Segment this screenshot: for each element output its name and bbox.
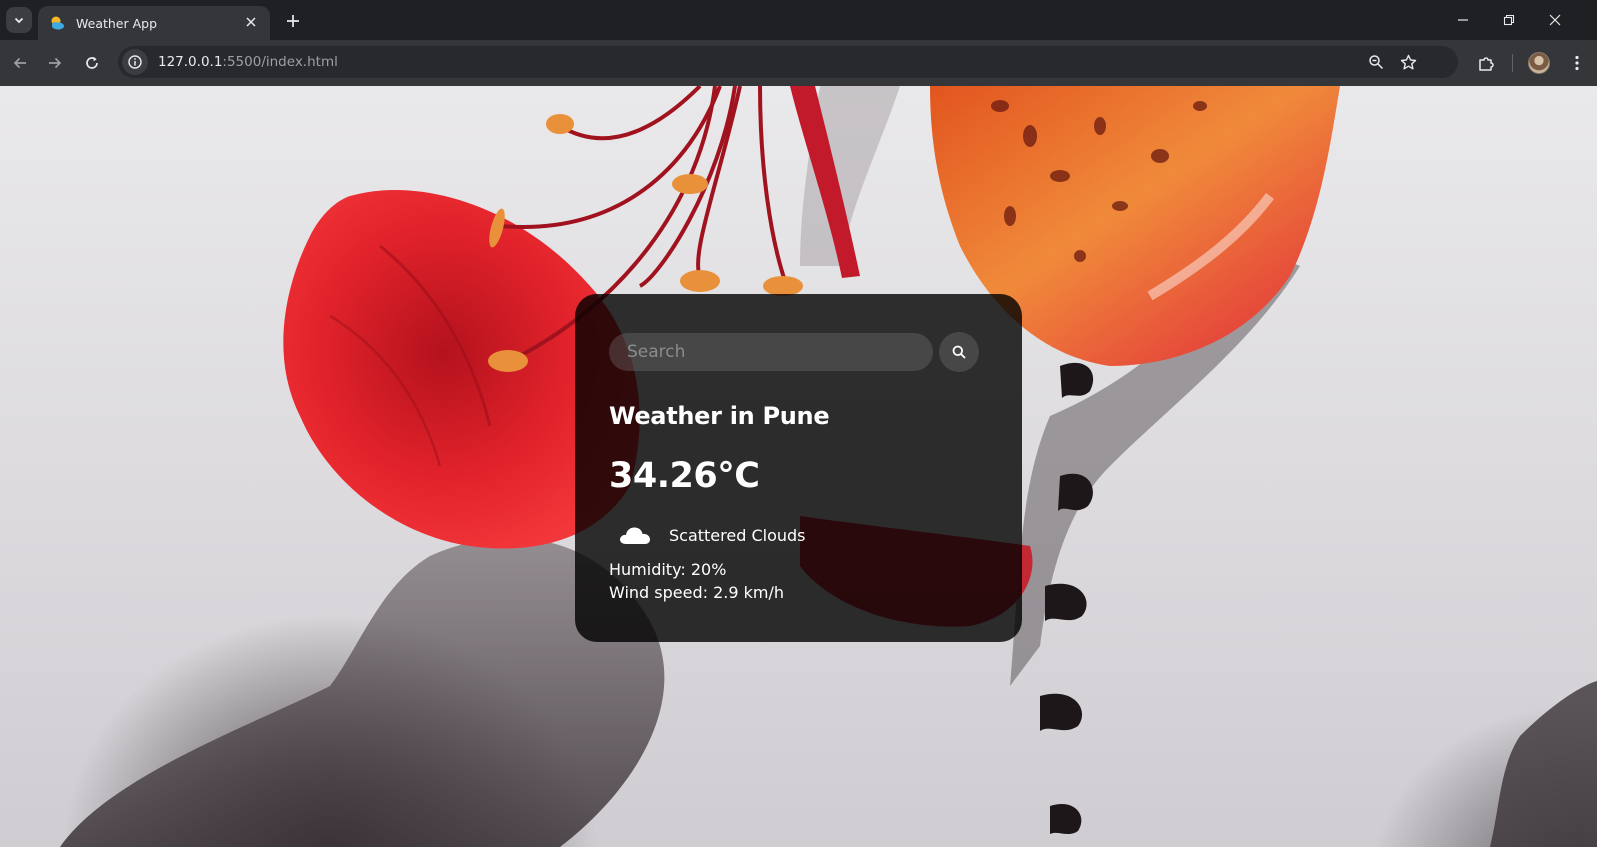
arrow-right-icon <box>49 57 62 69</box>
search-row <box>609 332 988 372</box>
zoom-button[interactable] <box>1364 50 1388 74</box>
tab-search-button[interactable] <box>6 7 32 33</box>
extensions-button[interactable] <box>1472 49 1500 77</box>
star-icon <box>1400 54 1416 69</box>
forward-button[interactable] <box>41 49 69 77</box>
reload-icon <box>86 56 98 69</box>
site-info-button[interactable] <box>122 49 148 75</box>
browser-menu-button[interactable] <box>1563 49 1591 77</box>
zoom-icon <box>1369 55 1384 70</box>
city-title: Weather in Pune <box>609 402 830 430</box>
humidity: Humidity: 20% <box>609 560 727 579</box>
tab-active[interactable]: Weather App <box>38 6 270 40</box>
weather-card: Weather in Pune 34.26°C Scattered Clouds… <box>575 294 1022 642</box>
close-icon <box>246 17 256 27</box>
close-icon <box>1549 14 1561 26</box>
bookmark-button[interactable] <box>1396 50 1420 74</box>
search-input[interactable] <box>609 333 933 371</box>
kebab-menu-icon <box>1575 55 1579 71</box>
tab-title: Weather App <box>76 15 158 31</box>
temperature: 34.26°C <box>609 456 760 496</box>
plus-icon <box>287 15 299 27</box>
avatar <box>1528 52 1550 74</box>
restore-button[interactable] <box>1486 6 1532 34</box>
profile-button[interactable] <box>1525 49 1553 77</box>
arrow-left-icon <box>13 57 26 69</box>
search-icon <box>952 345 966 359</box>
minimize-button[interactable] <box>1440 6 1486 34</box>
info-icon <box>128 55 142 69</box>
restore-icon <box>1503 14 1515 26</box>
cloud-icon <box>620 527 650 544</box>
weather-sun-cloud-icon <box>51 16 64 30</box>
new-tab-button[interactable] <box>280 8 306 34</box>
url-path: :5500/index.html <box>222 54 338 70</box>
tab-bar: Weather App <box>0 0 1597 40</box>
url-host: 127.0.0.1 <box>158 54 223 70</box>
weather-description: Scattered Clouds <box>669 525 806 545</box>
puzzle-icon <box>1478 56 1494 71</box>
address-bar[interactable]: 127.0.0.1:5500/index.html <box>118 46 1458 78</box>
wind-speed: Wind speed: 2.9 km/h <box>609 583 785 602</box>
back-button[interactable] <box>6 49 34 77</box>
tab-close-button[interactable] <box>242 15 260 31</box>
page-viewport: Weather in Pune 34.26°C Scattered Clouds… <box>0 86 1597 847</box>
description-row: Scattered Clouds <box>609 522 988 548</box>
close-window-button[interactable] <box>1532 6 1578 34</box>
minimize-icon <box>1458 19 1468 21</box>
toolbar-divider <box>1512 54 1513 72</box>
reload-button[interactable] <box>78 49 106 77</box>
search-button[interactable] <box>939 332 979 372</box>
browser-toolbar: 127.0.0.1:5500/index.html <box>0 40 1597 86</box>
chevron-down-icon <box>14 17 24 24</box>
